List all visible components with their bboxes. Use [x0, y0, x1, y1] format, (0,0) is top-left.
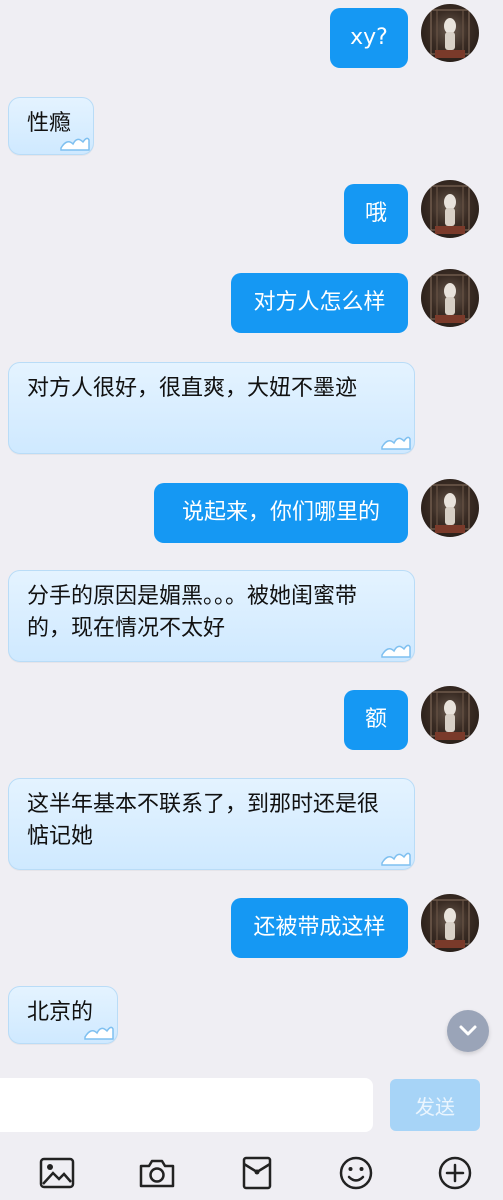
- wave-decoration-icon: [84, 1026, 114, 1040]
- emoji-icon[interactable]: [337, 1154, 375, 1192]
- message-bubble-outgoing[interactable]: xy?: [330, 8, 408, 68]
- message-bubble-incoming[interactable]: 北京的: [8, 986, 118, 1044]
- scroll-to-bottom-button[interactable]: [447, 1010, 489, 1052]
- avatar[interactable]: [421, 894, 479, 952]
- message-text: 对方人怎么样: [253, 290, 386, 315]
- message-bubble-incoming[interactable]: 对方人很好，很直爽，大妞不墨迹: [8, 362, 415, 454]
- message-text: xy?: [350, 25, 388, 50]
- message-input[interactable]: [0, 1078, 373, 1132]
- avatar[interactable]: [421, 479, 479, 537]
- message-text: 这半年基本不联系了，到那时还是很惦记她: [27, 792, 380, 849]
- message-text: 还被带成这样: [253, 915, 386, 940]
- wave-decoration-icon: [60, 137, 90, 151]
- wave-decoration-icon: [381, 644, 411, 658]
- bottom-toolbar: [0, 1142, 503, 1200]
- message-bubble-outgoing[interactable]: 还被带成这样: [231, 898, 408, 958]
- red-packet-icon[interactable]: [238, 1154, 276, 1192]
- wave-decoration-icon: [381, 436, 411, 450]
- message-bubble-incoming[interactable]: 性瘾: [8, 97, 94, 155]
- message-bubble-outgoing[interactable]: 额: [344, 690, 408, 750]
- message-text: 哦: [364, 201, 387, 226]
- message-bubble-incoming[interactable]: 这半年基本不联系了，到那时还是很惦记她: [8, 778, 415, 870]
- message-text: 说起来，你们哪里的: [181, 500, 380, 525]
- wave-decoration-icon: [381, 852, 411, 866]
- camera-icon[interactable]: [138, 1154, 176, 1192]
- message-text: 对方人很好，很直爽，大妞不墨迹: [27, 376, 358, 401]
- chevron-down-icon: [459, 1025, 477, 1036]
- avatar[interactable]: [421, 686, 479, 744]
- avatar[interactable]: [421, 4, 479, 62]
- message-bubble-outgoing[interactable]: 对方人怎么样: [231, 273, 408, 333]
- message-text: 额: [364, 707, 387, 732]
- plus-icon[interactable]: [436, 1154, 474, 1192]
- send-button[interactable]: 发送: [390, 1079, 480, 1131]
- avatar[interactable]: [421, 269, 479, 327]
- message-bubble-incoming[interactable]: 分手的原因是媚黑。。。被她闺蜜带的，现在情况不太好: [8, 570, 415, 662]
- message-text: 分手的原因是媚黑。。。被她闺蜜带的，现在情况不太好: [27, 584, 358, 641]
- image-icon[interactable]: [38, 1154, 76, 1192]
- message-bubble-outgoing[interactable]: 哦: [344, 184, 408, 244]
- message-bubble-outgoing[interactable]: 说起来，你们哪里的: [154, 483, 408, 543]
- avatar[interactable]: [421, 180, 479, 238]
